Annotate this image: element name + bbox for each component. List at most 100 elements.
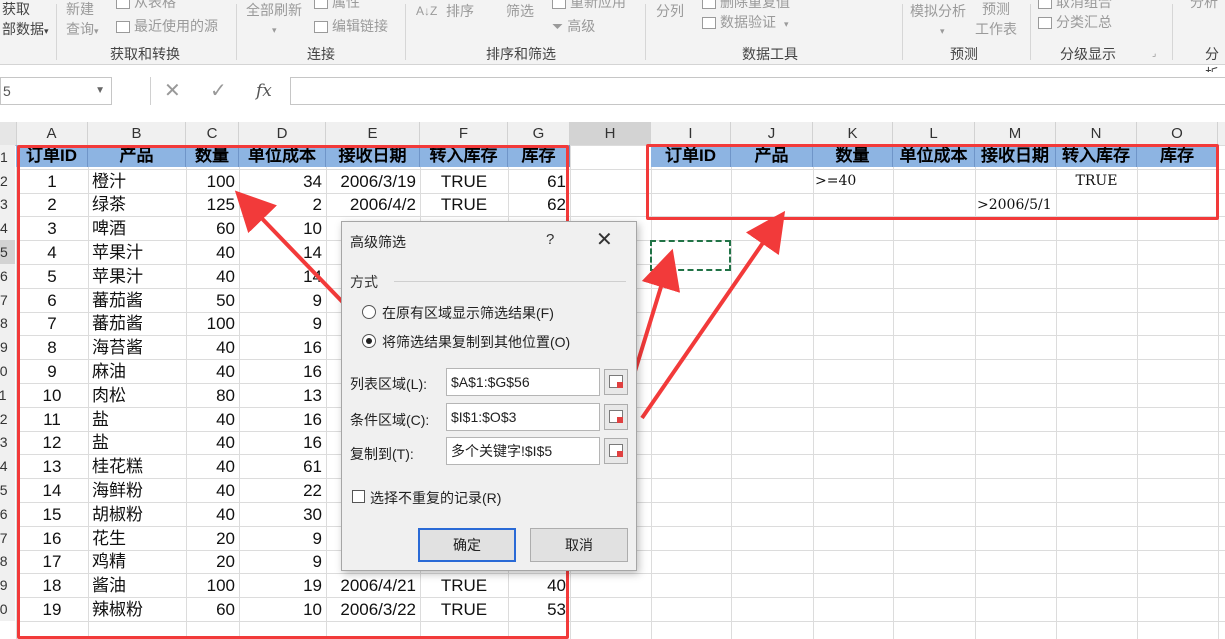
criteria-header-cell[interactable]: 产品 [731,145,813,167]
table-cell[interactable]: 34 [239,173,322,190]
table-header-cell[interactable]: 数量 [186,145,239,167]
cancel-icon[interactable]: ✕ [164,78,181,103]
column-header-f[interactable]: F [420,122,508,145]
table-cell[interactable]: 40 [508,577,566,594]
table-cell[interactable]: 40 [186,339,235,356]
table-cell[interactable]: 2006/4/21 [326,577,416,594]
from-table-button[interactable]: 从表格 [116,0,176,12]
criteria-header-cell[interactable]: 库存 [1137,145,1218,167]
table-cell[interactable]: 海鲜粉 [92,482,143,499]
table-cell[interactable]: 7 [16,315,88,332]
table-cell[interactable]: 8 [16,339,88,356]
dialog-launcher-icon[interactable]: ⌟ [1152,48,1156,59]
table-cell[interactable]: 桂花糕 [92,458,143,475]
criteria-range-input[interactable]: $I$1:$O$3 [446,403,600,431]
criteria-header-cell[interactable]: 订单ID [651,145,731,167]
table-cell[interactable]: 20 [186,553,235,570]
table-cell[interactable]: 10 [239,601,322,618]
table-cell[interactable]: 19 [16,601,88,618]
table-cell[interactable]: 16 [239,339,322,356]
criteria-header-cell[interactable]: 接收日期 [975,145,1056,167]
name-box[interactable]: 5 ▼ [0,77,112,105]
row-header-5[interactable]: 5 [0,240,15,264]
table-cell[interactable]: 5 [16,268,88,285]
row-header-4[interactable]: 4 [0,216,15,240]
table-cell[interactable]: 40 [186,482,235,499]
table-cell[interactable]: 2006/4/2 [326,196,416,213]
row-header-2[interactable]: 2 [0,169,15,193]
refresh-all-button[interactable]: 全部刷新 ▾ [246,0,302,36]
select-all-corner[interactable] [0,122,17,145]
table-cell[interactable]: TRUE [420,577,508,594]
column-header-h[interactable]: H [570,122,651,145]
table-cell[interactable]: 盐 [92,411,109,428]
table-cell[interactable]: 62 [508,196,566,213]
table-cell[interactable]: 酱油 [92,577,126,594]
table-cell[interactable]: TRUE [420,601,508,618]
table-cell[interactable]: 100 [186,173,235,190]
column-header-a[interactable]: A [16,122,88,145]
new-query-button[interactable]: 新建 查询▾ [66,0,99,39]
table-cell[interactable]: 蕃茄酱 [92,315,143,332]
advanced-filter-button[interactable]: ⏷ 高级 [552,16,595,36]
table-cell[interactable]: 6 [16,292,88,309]
table-cell[interactable]: 40 [186,458,235,475]
column-header-e[interactable]: E [326,122,420,145]
table-cell[interactable]: 17 [16,553,88,570]
row-header-20[interactable]: 20 [0,597,15,621]
column-header-j[interactable]: J [731,122,813,145]
row-header-13[interactable]: 13 [0,431,15,454]
radio-copy-to-location[interactable] [362,334,376,348]
table-cell[interactable]: 60 [186,601,235,618]
table-cell[interactable]: 53 [508,601,566,618]
recent-sources-button[interactable]: 最近使用的源 [116,16,218,36]
table-cell[interactable]: 12 [16,434,88,451]
unique-records-checkbox[interactable] [352,490,365,503]
table-cell[interactable]: 40 [186,506,235,523]
table-cell[interactable]: 11 [16,411,88,428]
enter-icon[interactable]: ✓ [210,78,227,103]
copy-to-picker-button[interactable] [604,438,628,464]
table-cell[interactable]: 100 [186,315,235,332]
table-cell[interactable]: 9 [239,315,322,332]
table-cell[interactable]: 40 [186,268,235,285]
table-cell[interactable]: 麻油 [92,363,126,380]
radio-filter-in-place[interactable] [362,305,376,319]
table-cell[interactable]: 9 [239,530,322,547]
table-cell[interactable]: 14 [239,244,322,261]
table-cell[interactable]: 16 [16,530,88,547]
table-cell[interactable]: 2 [16,196,88,213]
table-cell[interactable]: 40 [186,434,235,451]
table-cell[interactable]: 2006/3/22 [326,601,416,618]
sort-az-icon[interactable]: A↓Z [416,4,437,18]
table-cell[interactable]: 4 [16,244,88,261]
column-header-g[interactable]: G [508,122,570,145]
table-cell[interactable]: 125 [186,196,235,213]
column-header-b[interactable]: B [88,122,186,145]
column-header-k[interactable]: K [813,122,893,145]
filter-button[interactable]: 筛选 [506,1,534,21]
table-cell[interactable]: 16 [239,434,322,451]
sort-button[interactable]: 排序 [446,1,474,21]
row-header-6[interactable]: 6 [0,264,15,288]
table-cell[interactable]: 绿茶 [92,196,126,213]
row-header-14[interactable]: 14 [0,454,15,478]
table-header-cell[interactable]: 转入库存 [420,145,508,167]
table-cell[interactable]: 15 [16,506,88,523]
table-cell[interactable]: 30 [239,506,322,523]
row-header-18[interactable]: 18 [0,550,15,573]
get-external-data-button[interactable]: 获取 部数据▾ [2,0,49,39]
table-cell[interactable]: 18 [16,577,88,594]
table-cell[interactable]: 3 [16,220,88,237]
table-cell[interactable]: 橙汁 [92,173,126,190]
table-cell[interactable]: 19 [239,577,322,594]
ungroup-button[interactable]: 取消组合 [1038,0,1112,12]
row-header-9[interactable]: 9 [0,335,15,359]
table-cell[interactable]: TRUE [420,196,508,213]
table-cell[interactable]: 22 [239,482,322,499]
row-header-10[interactable]: 10 [0,359,15,383]
chevron-down-icon[interactable]: ▼ [95,78,105,104]
table-cell[interactable]: 9 [239,292,322,309]
criteria-range-picker-button[interactable] [604,404,628,430]
column-header-o[interactable]: O [1137,122,1218,145]
